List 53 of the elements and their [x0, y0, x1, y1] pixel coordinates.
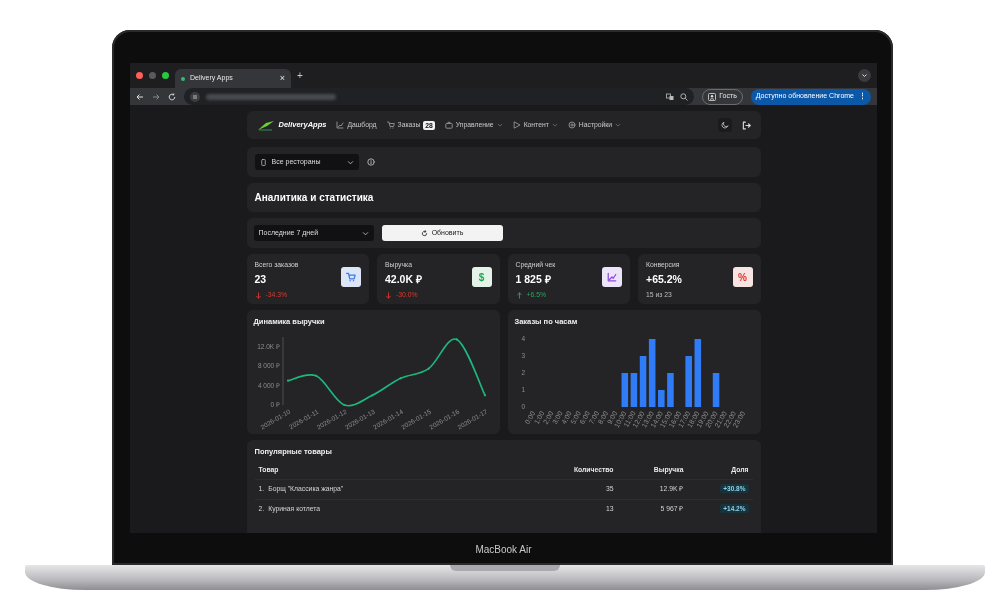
tab-search-button[interactable] — [858, 69, 871, 82]
stat-value: 1 825 ₽ — [515, 272, 552, 288]
logout-button[interactable] — [741, 120, 751, 130]
stat-value: 23 — [254, 272, 268, 288]
new-tab-button[interactable]: + — [297, 68, 303, 83]
person-icon — [708, 92, 717, 101]
bar — [684, 356, 692, 408]
back-button[interactable] — [136, 92, 144, 101]
stat-value: +65.2% — [646, 272, 682, 288]
dollar-icon-tile: $ — [471, 267, 492, 287]
caret-icon — [346, 158, 354, 166]
data-point — [398, 377, 402, 380]
info-icon — [366, 158, 375, 166]
cart-icon — [386, 121, 395, 129]
caret-icon — [361, 229, 369, 237]
maximize-window-icon[interactable] — [162, 72, 169, 79]
theme-toggle-button[interactable] — [717, 118, 732, 132]
refresh-icon — [420, 229, 428, 237]
data-point — [370, 394, 374, 397]
data-point — [483, 394, 486, 397]
briefcase-icon — [444, 121, 453, 129]
bar — [621, 373, 628, 408]
data-point — [455, 338, 458, 341]
zoom-icon[interactable] — [680, 92, 689, 101]
data-point — [286, 379, 289, 383]
phone-icon — [259, 158, 267, 166]
bar — [639, 356, 646, 408]
favicon-icon — [181, 76, 185, 81]
site-info-icon[interactable] — [190, 91, 200, 102]
bar — [648, 339, 655, 408]
play-icon — [512, 121, 521, 129]
gear-icon — [567, 121, 576, 129]
translate-icon[interactable] — [666, 92, 675, 101]
moon-icon — [720, 121, 729, 129]
chart-icon — [607, 272, 617, 282]
data-point — [427, 367, 430, 370]
cart-icon — [346, 272, 356, 282]
bar — [694, 339, 701, 408]
data-point — [342, 404, 345, 407]
reload-button[interactable] — [168, 92, 176, 101]
page-title: Аналитика и статистика — [254, 191, 374, 205]
bar — [712, 373, 719, 408]
tab-close-button[interactable]: × — [279, 71, 285, 86]
logo-icon — [256, 119, 275, 131]
bar — [630, 373, 637, 408]
data-point — [314, 375, 317, 378]
device-label: MacBook Air — [475, 542, 532, 557]
forward-button[interactable] — [152, 92, 160, 101]
chart-icon — [336, 121, 345, 129]
stat-value: 42.0K ₽ — [385, 272, 422, 288]
percent-icon-tile: % — [732, 267, 753, 287]
close-window-icon[interactable] — [136, 72, 143, 79]
minimize-window-icon[interactable] — [149, 72, 156, 79]
